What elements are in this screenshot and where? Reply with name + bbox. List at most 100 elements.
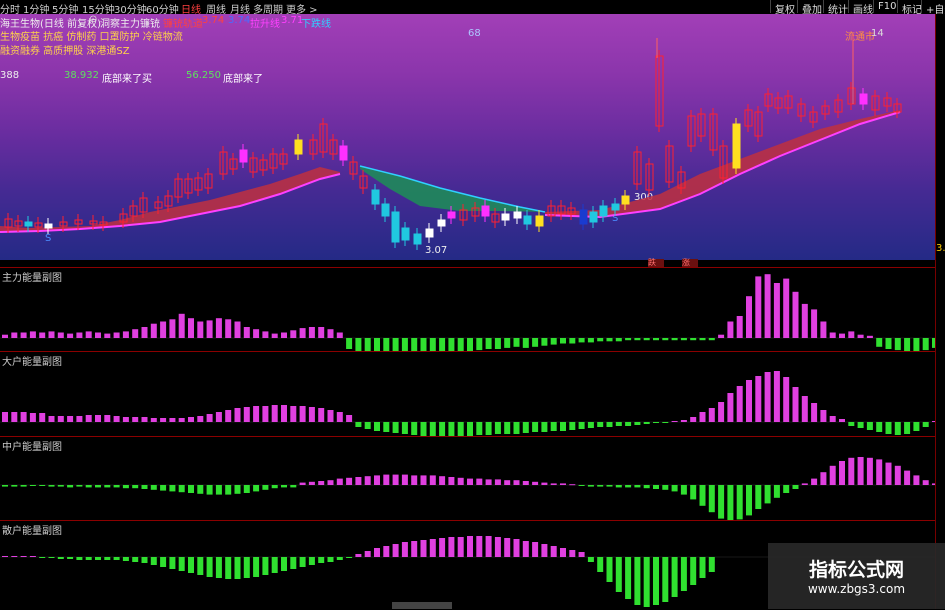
energy-bar xyxy=(281,332,287,338)
energy-bar xyxy=(374,422,380,431)
energy-bar xyxy=(718,485,725,519)
energy-bar xyxy=(318,408,325,422)
energy-bar xyxy=(690,557,697,585)
energy-bar xyxy=(178,485,185,493)
energy-bar xyxy=(671,557,678,597)
candle-body xyxy=(425,228,434,238)
energy-bar xyxy=(578,552,585,557)
energy-bar xyxy=(467,536,473,557)
energy-bar xyxy=(932,483,935,485)
energy-bar xyxy=(811,478,818,485)
energy-bar xyxy=(662,557,669,602)
energy-bar xyxy=(141,485,148,489)
energy-bar xyxy=(290,485,297,488)
fuquan-button[interactable]: 复权 xyxy=(770,0,799,16)
energy-bar xyxy=(160,485,167,491)
energy-bar xyxy=(634,422,641,425)
energy-bar xyxy=(578,485,585,486)
energy-bar xyxy=(439,338,446,352)
energy-bar xyxy=(755,376,762,422)
energy-bar xyxy=(401,338,408,352)
energy-bar xyxy=(188,485,194,493)
energy-bar xyxy=(532,542,539,557)
energy-bar xyxy=(234,408,241,422)
energy-bar xyxy=(122,331,129,338)
energy-bar xyxy=(346,477,353,485)
energy-bar xyxy=(708,485,715,513)
energy-bar xyxy=(364,476,371,485)
energy-bar xyxy=(48,331,55,338)
energy-bar xyxy=(318,557,325,563)
energy-bar xyxy=(420,422,427,436)
energy-bar xyxy=(829,332,836,338)
energy-bar xyxy=(215,412,222,422)
candle-body xyxy=(24,221,33,227)
energy-bar xyxy=(866,457,873,485)
energy-bar xyxy=(560,483,566,485)
energy-bar xyxy=(2,556,8,557)
energy-bar xyxy=(383,546,390,557)
overlay-button[interactable]: 叠加 xyxy=(797,0,826,16)
energy-bar xyxy=(225,557,232,579)
energy-bar xyxy=(401,474,408,485)
energy-bar xyxy=(85,331,92,338)
energy-bar xyxy=(615,422,622,426)
energy-bar xyxy=(690,417,697,422)
energy-bar xyxy=(457,422,464,436)
energy-bar xyxy=(188,557,194,573)
energy-bar xyxy=(355,422,362,427)
energy-bar xyxy=(290,406,297,422)
energy-bar xyxy=(587,557,594,562)
energy-bar xyxy=(281,485,287,488)
energy-bar xyxy=(597,557,604,572)
energy-bar xyxy=(178,557,185,571)
energy-bar xyxy=(364,422,371,429)
energy-bar xyxy=(467,478,473,485)
energy-bar xyxy=(178,418,185,422)
energy-bar xyxy=(680,420,687,422)
energy-bar xyxy=(560,338,566,344)
energy-bar xyxy=(494,479,501,485)
energy-bar xyxy=(773,485,780,498)
panel-main-force[interactable]: 主力能量副图 xyxy=(0,267,935,352)
energy-bar xyxy=(215,318,222,338)
panel-big-trader[interactable]: 大户能量副图 xyxy=(0,351,935,437)
energy-bar xyxy=(2,412,8,422)
candle-body xyxy=(589,211,598,223)
energy-bar xyxy=(206,557,213,577)
energy-bar xyxy=(420,475,427,485)
energy-bar xyxy=(597,422,604,427)
energy-bar xyxy=(178,313,185,338)
energy-bar xyxy=(95,557,101,560)
energy-bar xyxy=(206,320,213,338)
energy-bar xyxy=(355,477,362,485)
add-watchlist-button[interactable]: +自选 xyxy=(921,0,945,16)
energy-bar xyxy=(811,309,818,338)
energy-bar xyxy=(429,475,436,485)
energy-bar xyxy=(290,557,297,569)
energy-bar xyxy=(318,481,325,485)
energy-bar xyxy=(104,333,111,338)
energy-bar xyxy=(271,485,278,489)
energy-bar xyxy=(271,557,278,573)
energy-bar xyxy=(448,537,455,557)
energy-bar xyxy=(541,544,548,557)
kline-chart-panel[interactable]: 海王生物(日线 前复权) ⊙ 洞察主力镰铳 镰铳轨道 3.74 3.74 拉升线… xyxy=(0,14,935,260)
energy-bar xyxy=(374,338,380,352)
energy-bar xyxy=(20,556,27,557)
energy-bar xyxy=(587,422,594,428)
energy-bar xyxy=(411,541,418,557)
energy-bar xyxy=(932,421,935,422)
panel-mid-trader[interactable]: 中户能量副图 xyxy=(0,436,935,521)
energy-bar xyxy=(346,557,353,558)
energy-bar xyxy=(662,422,669,423)
energy-bar xyxy=(522,481,529,485)
energy-bar xyxy=(801,396,808,422)
energy-bar xyxy=(606,557,613,582)
energy-bar xyxy=(57,557,64,559)
energy-bar xyxy=(680,485,687,495)
energy-bar xyxy=(318,327,325,338)
energy-bar xyxy=(39,332,46,338)
energy-bar xyxy=(169,418,176,422)
energy-bar xyxy=(690,338,697,341)
